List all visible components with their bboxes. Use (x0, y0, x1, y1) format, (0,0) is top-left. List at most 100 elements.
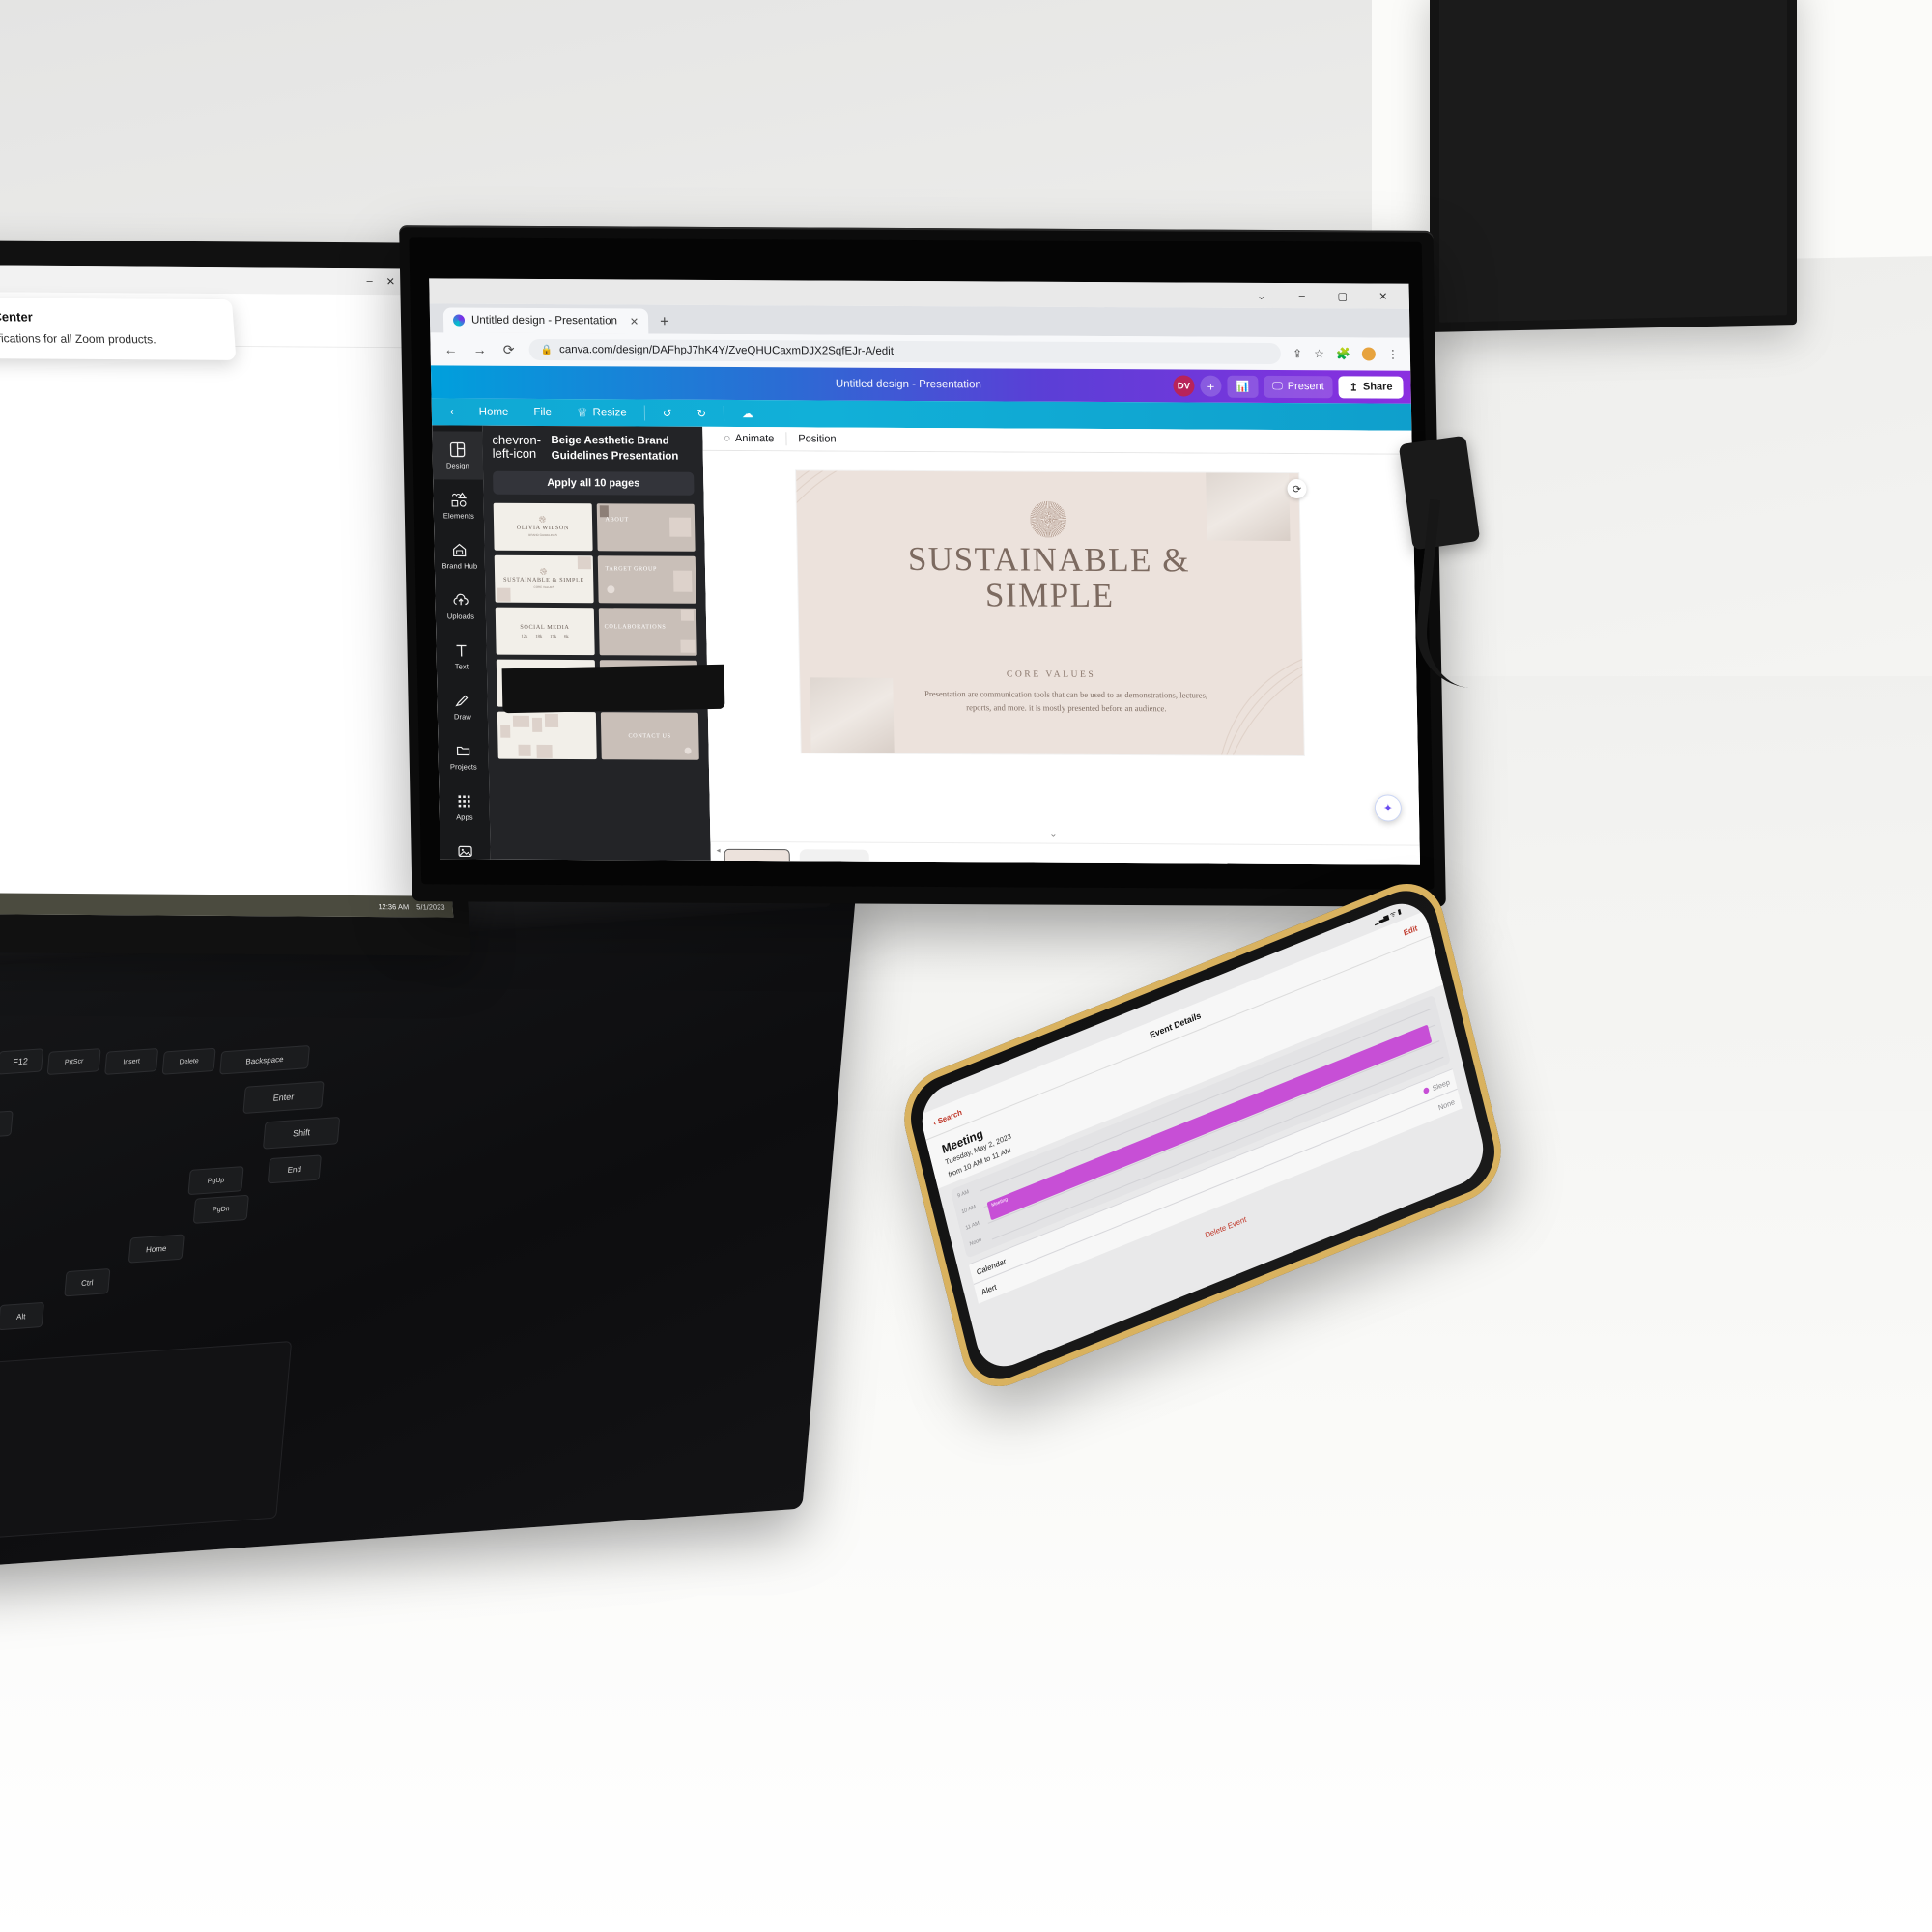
calendar-color-dot (1422, 1086, 1430, 1094)
sunburst-icon (1029, 500, 1067, 538)
new-tab-button[interactable]: + (648, 314, 681, 334)
menu-icon[interactable]: ⋮ (1387, 348, 1399, 361)
key-end[interactable]: End (267, 1154, 322, 1184)
template-thumb-sub: CORE VALUES (533, 584, 554, 589)
browser-tab-title: Untitled design - Presentation (470, 314, 618, 327)
laptop-trackpad[interactable] (0, 1341, 293, 1541)
laptop-keyboard[interactable]: F7 F8 F9 F10 F11 F12 PrtScr Insert Delet… (0, 998, 483, 1371)
slide-title[interactable]: SUSTAINABLE & SIMPLE (797, 540, 1301, 614)
scroll-down-caret[interactable]: ⌄ (1049, 829, 1058, 839)
menubar-resize[interactable]: ♕ Resize (564, 399, 639, 426)
template-thumb-title: SUSTAINABLE & SIMPLE (503, 576, 584, 584)
minimize-icon[interactable]: – (366, 275, 373, 287)
share-icon[interactable]: ⇪ (1293, 347, 1302, 360)
key-home[interactable]: Home (128, 1234, 185, 1264)
present-label: Present (1287, 381, 1324, 393)
strip-collapse-button[interactable]: ◂ (717, 846, 721, 855)
insights-button[interactable]: 📊 (1227, 375, 1259, 398)
phone-edit-button[interactable]: Edit (1403, 923, 1418, 937)
template-thumb-title: CONTACT US (628, 732, 671, 740)
minimize-icon[interactable]: – (1290, 290, 1315, 301)
sidebar-item-draw[interactable]: Draw (437, 682, 488, 730)
sidebar-item-design[interactable]: Design (432, 431, 484, 480)
key-alt[interactable]: Alt (0, 1301, 44, 1331)
share-button[interactable]: ↥ Share (1338, 375, 1404, 399)
chevron-down-icon[interactable]: ⌄ (1249, 289, 1274, 301)
phone-hour-9am: 9 AM (956, 1188, 970, 1200)
key-shift[interactable]: Shift (262, 1116, 341, 1150)
maximize-icon[interactable]: ▢ (1330, 290, 1355, 302)
phone-back-button[interactable]: ‹ Search (932, 1107, 962, 1127)
sidebar-item-uploads[interactable]: Uploads (435, 582, 486, 630)
laptop-taskbar[interactable]: 🌙 69°F Clear 12:36 AM 5/1/2023 (0, 891, 454, 918)
canva-doc-title[interactable]: Untitled design - Presentation (836, 379, 981, 391)
slide-body-text[interactable]: Presentation are communication tools tha… (914, 688, 1218, 716)
browser-tab[interactable]: Untitled design - Presentation ✕ (442, 307, 649, 334)
template-thumb[interactable]: SOCIAL MEDIA 12k 18k 17k 6k (495, 607, 595, 656)
laptop-clock-date[interactable]: 5/1/2023 (416, 902, 445, 911)
magic-assistant-button[interactable]: ✦ (1374, 794, 1403, 822)
brand-icon (450, 541, 468, 558)
canvas-area[interactable]: SUSTAINABLE & SIMPLE CORE VALUES Present… (702, 450, 1420, 845)
key-pgdn[interactable]: PgDn (192, 1194, 249, 1224)
redo-button[interactable]: ↻ (684, 400, 719, 427)
tab-close-icon[interactable]: ✕ (630, 315, 639, 327)
shuffle-refresh-button[interactable]: ⟳ (1287, 479, 1307, 499)
slide-canvas[interactable]: SUSTAINABLE & SIMPLE CORE VALUES Present… (796, 470, 1304, 756)
menubar-home[interactable]: Home (466, 399, 521, 426)
key-prtscr[interactable]: PrtScr (46, 1048, 101, 1076)
sidebar-item-text[interactable]: Text (436, 632, 487, 680)
add-member-button[interactable]: + (1200, 375, 1222, 397)
slide-image-bottom-left[interactable] (810, 677, 895, 755)
template-thumb-sub: BRAND GUIDELINES (528, 532, 557, 537)
template-thumb[interactable]: OLIVIA WILSON BRAND GUIDELINES (493, 502, 593, 552)
laptop-base: F7 F8 F9 F10 F11 F12 PrtScr Insert Delet… (0, 885, 857, 1588)
activity-center-toast[interactable]: NEW Activity Center Check for new notifi… (0, 297, 237, 360)
template-thumb[interactable]: COLLABORATIONS (598, 608, 697, 656)
key-pgup[interactable]: PgUp (187, 1166, 244, 1196)
external-monitor: ⌄ – ▢ ✕ Untitled design - Presentation ✕… (399, 225, 1446, 907)
position-button[interactable]: Position (786, 433, 847, 444)
key-enter[interactable]: Enter (242, 1081, 325, 1114)
extensions-icon[interactable]: 🧩 (1336, 347, 1350, 360)
key-insert[interactable]: Insert (104, 1047, 159, 1075)
key-f12[interactable]: F12 (0, 1048, 44, 1075)
present-button[interactable]: 🖵 Present (1263, 375, 1333, 398)
undo-button[interactable]: ↺ (650, 400, 685, 427)
toast-header: NEW Activity Center (0, 309, 220, 326)
animate-button[interactable]: ◌ Animate (712, 433, 785, 444)
chevron-left-icon[interactable]: chevron-left-icon (492, 433, 546, 462)
phone-hour-11am: 11 AM (965, 1220, 980, 1232)
sidebar-item-projects[interactable]: Projects (438, 732, 489, 781)
profile-avatar[interactable] (1361, 347, 1377, 361)
address-bar[interactable]: 🔒 canva.com/design/DAFhpJ7hK4Y/ZveQHUCax… (528, 338, 1282, 365)
sidebar-item-apps[interactable]: Apps (439, 782, 490, 831)
template-thumb[interactable]: CONTACT US (600, 712, 699, 760)
key-backspace[interactable]: Backspace (219, 1044, 311, 1075)
key-ctrl[interactable]: Ctrl (64, 1267, 111, 1297)
menubar-file[interactable]: File (521, 399, 564, 426)
lock-icon: 🔒 (540, 344, 554, 355)
forward-icon[interactable]: → (470, 342, 488, 357)
phone-hour-noon: Noon (969, 1236, 982, 1248)
avatar[interactable]: DV (1173, 375, 1195, 397)
apply-all-pages-button[interactable]: Apply all 10 pages (493, 470, 695, 496)
slide-image-top-right[interactable] (1206, 470, 1291, 542)
template-thumb[interactable]: TARGET GROUP (597, 555, 696, 604)
reload-icon[interactable]: ⟳ (499, 341, 517, 357)
template-thumb[interactable]: ABOUT (596, 503, 696, 552)
key-delete[interactable]: Delete (161, 1047, 216, 1075)
laptop-clock-time[interactable]: 12:36 AM (378, 902, 409, 911)
menubar-back[interactable]: ‹ (438, 398, 467, 425)
star-icon[interactable]: ☆ (1314, 347, 1324, 360)
cloud-check-icon[interactable]: ☁ (729, 400, 766, 427)
slide-title-line2: SIMPLE (984, 576, 1115, 615)
template-thumb[interactable] (497, 711, 597, 760)
sidebar-item-brand-hub[interactable]: Brand Hub (434, 531, 485, 580)
key-p[interactable]: P (0, 1110, 14, 1139)
sidebar-item-elements[interactable]: Elements (433, 481, 484, 529)
close-icon[interactable]: ✕ (1371, 290, 1396, 302)
close-icon[interactable]: ✕ (385, 275, 395, 288)
template-thumb[interactable]: SUSTAINABLE & SIMPLE CORE VALUES (494, 554, 594, 604)
back-icon[interactable]: ← (441, 341, 459, 356)
